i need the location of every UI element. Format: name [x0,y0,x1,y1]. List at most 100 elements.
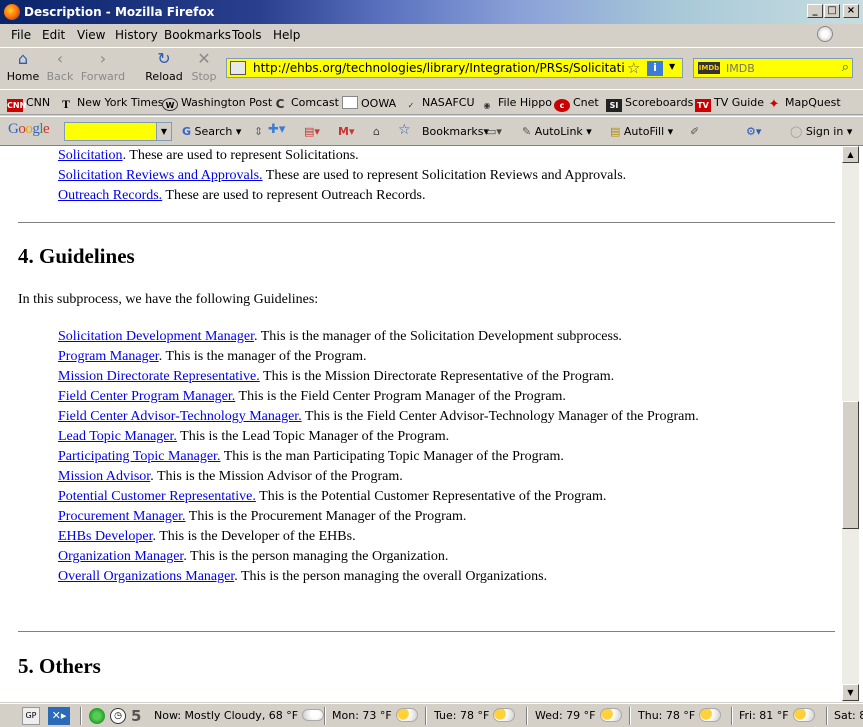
item-description: This is the Lead Topic Manager of the Pr… [176,429,450,444]
solicitation-reviews-link[interactable]: Solicitation Reviews and Approvals. [58,168,263,183]
bookmark-cnet[interactable]: c Cnet [554,96,599,112]
plus-icon[interactable]: ✚▾ [268,122,285,137]
scroll-up-icon[interactable]: ▲ [842,146,859,163]
forecast-wed[interactable]: Wed: 79 °F [535,707,622,725]
participating-topic-manager-link[interactable]: Participating Topic Manager. [58,449,220,464]
close-button[interactable]: × [843,4,859,18]
reload-button[interactable]: ↻ Reload [144,50,184,84]
minimize-button[interactable]: _ [807,4,823,18]
bookmark-tv-guide[interactable]: TV TV Guide [695,96,764,112]
menu-history[interactable]: History [115,28,158,42]
bookmark-mapquest[interactable]: ✦ MapQuest [766,96,841,111]
scroll-thumb[interactable] [842,401,859,529]
bookmark-oowa[interactable]: OOWA [342,96,396,110]
menu-tools[interactable]: Tools [232,28,262,42]
url-dropdown-icon[interactable]: ▼ [669,62,675,71]
menu-file[interactable]: File [11,28,31,42]
lead-topic-manager-link[interactable]: Lead Topic Manager. [58,429,177,444]
wrench-icon[interactable]: ⚙▾ [746,125,761,138]
forecast-fri[interactable]: Fri: 81 °F [739,707,815,725]
clock-icon[interactable]: ◷ [110,708,126,724]
google-search-button[interactable]: G Search ▾ [182,125,241,138]
mission-advisor-link[interactable]: Mission Advisor [58,469,150,484]
autolink-button[interactable]: ✎ AutoLink ▾ [522,125,592,138]
overall-organizations-manager-link[interactable]: Overall Organizations Manager [58,569,234,584]
forecast-mon[interactable]: Mon: 73 °F [332,707,418,725]
pencil-icon[interactable]: ✐ [690,125,699,138]
sign-in-button[interactable]: ◯ Sign in ▾ [790,125,852,138]
menu-view[interactable]: View [77,28,105,42]
ehbs-developer-link[interactable]: EHBs Developer [58,529,152,544]
field-center-program-manager-link[interactable]: Field Center Program Manager. [58,389,235,404]
forecast-thu[interactable]: Thu: 78 °F [638,707,722,725]
bookmark-star-icon[interactable]: ☆ [398,122,411,138]
news-icon[interactable]: ▤▾ [304,125,320,138]
cnet-icon: c [554,99,570,112]
bookmark-washington-post[interactable]: W Washington Post [162,96,272,111]
bookmark-comcast[interactable]: C Comcast [272,96,339,111]
item-description: This is the man Participating Topic Mana… [220,449,564,464]
bookmark-new-york-times[interactable]: T New York Times [58,96,164,111]
potential-customer-representative-link[interactable]: Potential Customer Representative. [58,489,256,504]
hippo-icon: ◉ [483,101,491,110]
bookmark-file-hippo[interactable]: ◉ File Hippo [479,96,552,112]
google-search-input[interactable]: ▼ [64,122,172,141]
url-text[interactable]: http://ehbs.org/technologies/library/Int… [253,61,625,75]
bookmark-nasafcu[interactable]: ✓ NASAFCU [403,96,475,112]
mapquest-icon: ✦ [768,97,780,112]
imdb-engine-icon[interactable]: IMDb [698,62,720,74]
procurement-manager-link[interactable]: Procurement Manager. [58,509,186,524]
menu-help[interactable]: Help [273,28,300,42]
forecast-tue[interactable]: Tue: 78 °F [434,707,516,725]
forward-button[interactable]: › Forward [80,50,126,84]
google-bookmarks-button[interactable]: Bookmarks▾ [422,125,489,138]
outreach-records-link[interactable]: Outreach Records. [58,188,162,203]
google-toolbar: Google ▼ G Search ▾ ⇕ ✚▾ ▤▾ M▾ ⌂ ☆ Bookm… [0,116,863,144]
autofill-button[interactable]: ▤ AutoFill ▾ [610,125,673,138]
textbox-icon[interactable]: ▭▾ [486,125,502,138]
maximize-button[interactable]: □ [824,4,840,18]
status-divider [731,707,733,725]
bookmark-label: New York Times [77,96,164,109]
program-manager-link[interactable]: Program Manager [58,349,159,364]
forecast-label: Fri: 81 °F [739,709,789,722]
info-icon[interactable]: i [647,61,663,76]
mission-directorate-representative-link[interactable]: Mission Directorate Representative. [58,369,260,384]
forward-label: Forward [80,70,126,83]
search-input[interactable] [726,61,826,75]
forecast-sat[interactable]: Sat: 8 [834,707,863,725]
list-item: EHBs Developer. This is the Developer of… [58,529,356,545]
bookmark-scoreboards[interactable]: SI Scoreboards [606,96,693,112]
scroll-down-icon[interactable]: ▼ [842,684,859,701]
stop-button[interactable]: ✕ Stop [190,50,218,84]
bookmark-cnn[interactable]: CNNCNN [7,96,50,112]
status-divider [826,707,828,725]
menu-bookmarks[interactable]: Bookmarks [164,28,231,42]
weather-now[interactable]: Now: Mostly Cloudy, 68 °F [154,707,325,725]
google-search-dropdown-icon[interactable]: ▼ [156,123,171,140]
xmarks-icon[interactable]: ✕▸ [48,707,70,725]
gp-badge[interactable]: GP [22,707,40,725]
url-bar[interactable]: http://ehbs.org/technologies/library/Int… [226,58,683,78]
bookmark-label: TV Guide [714,96,765,109]
bookmark-label: Scoreboards [625,96,694,109]
cnn-icon: CNN [7,99,27,112]
gmail-icon[interactable]: M▾ [338,125,354,138]
item-description: This is the Field Center Advisor-Technol… [301,409,699,424]
menu-edit[interactable]: Edit [42,28,65,42]
home-button[interactable]: ⌂ Home [6,50,40,84]
solicitation-development-manager-link[interactable]: Solicitation Development Manager [58,329,254,344]
list-item: Potential Customer Representative. This … [58,489,606,505]
back-button[interactable]: ‹ Back [44,50,76,84]
toolbar-separator-icon: ⇕ [254,125,264,138]
search-go-icon[interactable]: ⌕ [842,60,849,75]
organization-manager-link[interactable]: Organization Manager [58,549,183,564]
green-status-icon[interactable] [89,708,105,724]
field-center-advisor-technology-manager-link[interactable]: Field Center Advisor-Technology Manager. [58,409,302,424]
vertical-scrollbar[interactable]: ▲ ▼ [842,146,859,702]
list-item: Participating Topic Manager. This is the… [58,449,564,465]
search-bar[interactable]: IMDb ⌕ [693,58,853,78]
bookmark-star-icon[interactable]: ☆ [627,59,640,77]
building-icon[interactable]: ⌂ [373,125,380,138]
solicitation-link[interactable]: Solicitation [58,148,123,163]
